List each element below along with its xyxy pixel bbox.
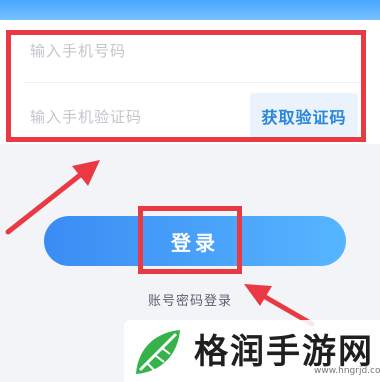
watermark-url: www.hngrjd.com <box>314 366 380 376</box>
input-highlight-box <box>6 30 366 142</box>
site-watermark: 格润手游网 www.hngrjd.com <box>124 320 380 382</box>
account-password-login-link[interactable]: 账号密码登录 <box>0 290 380 309</box>
login-highlight-box <box>138 206 242 274</box>
leaf-logo-icon <box>136 330 180 374</box>
header-strip <box>0 0 380 22</box>
